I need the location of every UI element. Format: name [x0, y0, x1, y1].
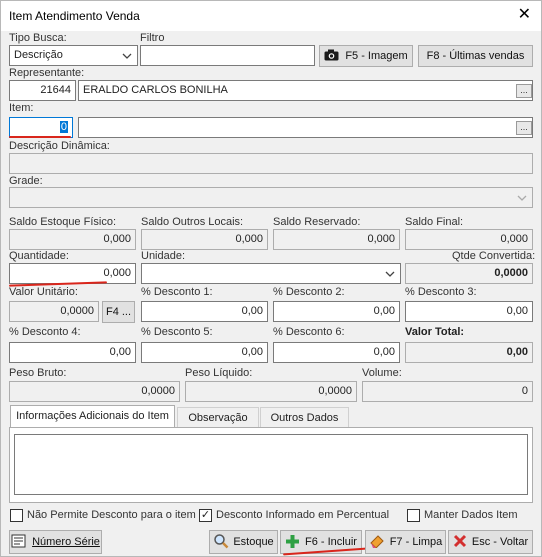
- keep-data-checkbox[interactable]: [407, 509, 420, 522]
- close-icon[interactable]: ✕: [518, 6, 531, 24]
- discount-percent-checkbox[interactable]: ✓: [199, 509, 212, 522]
- clear-button[interactable]: F7 - Limpa: [365, 530, 446, 554]
- quantity-label: Quantidade:: [9, 250, 69, 262]
- converted-quantity-label: Qtde Convertida:: [452, 250, 536, 262]
- stock-physical-field: 0,000: [9, 229, 136, 250]
- stock-reserved-field: 0,000: [273, 229, 400, 250]
- camera-icon: [324, 49, 339, 61]
- representative-lookup-button[interactable]: ...: [516, 84, 532, 98]
- discount-2-input[interactable]: 0,00: [273, 301, 400, 322]
- chevron-down-icon: [122, 53, 132, 59]
- gross-weight-field: 0,0000: [9, 381, 180, 402]
- dynamic-description-label: Descrição Dinâmica:: [9, 140, 110, 152]
- item-code-input[interactable]: 0: [9, 117, 73, 138]
- back-button[interactable]: Esc - Voltar: [448, 530, 533, 554]
- volume-field: 0: [362, 381, 533, 402]
- representative-code-input[interactable]: 21644: [9, 80, 76, 101]
- discount-2-label: % Desconto 2:: [273, 286, 345, 298]
- no-discount-label: Não Permite Desconto para o item: [27, 509, 196, 521]
- dynamic-description-field: [9, 153, 533, 174]
- net-weight-label: Peso Líquido:: [185, 367, 253, 379]
- grid-select: [9, 187, 533, 208]
- search-type-select[interactable]: Descrição: [9, 45, 138, 66]
- image-button-label: F5 - Imagem: [345, 50, 408, 62]
- discount-5-label: % Desconto 5:: [141, 326, 213, 338]
- no-discount-checkbox[interactable]: [10, 509, 23, 522]
- item-code-value: 0: [59, 121, 68, 133]
- clear-button-label: F7 - Limpa: [389, 536, 443, 548]
- chevron-down-icon: [385, 271, 395, 277]
- item-label: Item:: [9, 102, 34, 114]
- x-icon: [453, 535, 466, 548]
- item-lookup-button[interactable]: ...: [516, 121, 532, 135]
- discount-4-label: % Desconto 4:: [9, 326, 81, 338]
- stock-other-label: Saldo Outros Locais:: [141, 216, 244, 228]
- discount-percent-label: Desconto Informado em Percentual: [216, 509, 390, 521]
- stock-reserved-label: Saldo Reservado:: [273, 216, 361, 228]
- stock-button[interactable]: Estoque: [209, 530, 278, 554]
- serial-number-button[interactable]: Número Série: [9, 530, 102, 554]
- image-button[interactable]: F5 - Imagem: [319, 45, 413, 67]
- stock-button-label: Estoque: [233, 536, 274, 548]
- stock-physical-label: Saldo Estoque Físico:: [9, 216, 117, 228]
- total-value-field: 0,00: [405, 342, 533, 363]
- discount-6-label: % Desconto 6:: [273, 326, 345, 338]
- unit-price-label: Valor Unitário:: [9, 286, 78, 298]
- back-button-label: Esc - Voltar: [471, 536, 529, 548]
- tab-panel: [9, 427, 533, 503]
- stock-final-field: 0,000: [405, 229, 533, 250]
- filter-label: Filtro: [140, 32, 165, 44]
- total-value-label: Valor Total:: [405, 326, 465, 338]
- unit-price-field: 0,0000: [9, 301, 99, 322]
- filter-input[interactable]: [140, 45, 315, 66]
- converted-quantity-field: 0,0000: [405, 263, 533, 284]
- stock-final-label: Saldo Final:: [405, 216, 464, 228]
- discount-1-label: % Desconto 1:: [141, 286, 213, 298]
- item-highlight-underline: [9, 136, 71, 138]
- gross-weight-label: Peso Bruto:: [9, 367, 67, 379]
- tab-other-data[interactable]: Outros Dados: [260, 407, 349, 428]
- item-description-input[interactable]: [78, 117, 533, 138]
- plus-icon: [286, 534, 300, 548]
- discount-6-input[interactable]: 0,00: [273, 342, 400, 363]
- unit-select[interactable]: [141, 263, 401, 284]
- quantity-input[interactable]: 0,000: [9, 263, 136, 284]
- title-bar: Item Atendimento Venda ✕: [1, 1, 541, 31]
- tab-observation[interactable]: Observação: [177, 407, 259, 428]
- chevron-down-icon: [517, 195, 527, 201]
- representative-name-input[interactable]: ERALDO CARLOS BONILHA: [78, 80, 533, 101]
- volume-label: Volume:: [362, 367, 402, 379]
- magnifier-icon: [214, 534, 229, 549]
- keep-data-label: Manter Dados Item: [424, 509, 518, 521]
- discount-4-input[interactable]: 0,00: [9, 342, 136, 363]
- representative-name: ERALDO CARLOS BONILHA: [83, 84, 228, 96]
- last-sales-button[interactable]: F8 - Últimas vendas: [418, 45, 533, 67]
- discount-3-input[interactable]: 0,00: [405, 301, 533, 322]
- discount-1-input[interactable]: 0,00: [141, 301, 268, 322]
- discount-3-label: % Desconto 3:: [405, 286, 477, 298]
- search-type-value: Descrição: [14, 49, 63, 61]
- grid-label: Grade:: [9, 175, 43, 187]
- additional-info-textarea[interactable]: [14, 434, 528, 495]
- stock-other-field: 0,000: [141, 229, 268, 250]
- search-type-label: Tipo Busca:: [9, 32, 67, 44]
- item-atendimento-window: Item Atendimento Venda ✕ Tipo Busca: Des…: [0, 0, 542, 557]
- representative-label: Representante:: [9, 67, 85, 79]
- serial-number-label: Número Série: [32, 536, 100, 548]
- unit-label: Unidade:: [141, 250, 186, 262]
- document-icon: [11, 534, 26, 548]
- window-title: Item Atendimento Venda: [9, 9, 140, 23]
- f4-price-button[interactable]: F4 ...: [102, 301, 135, 323]
- discount-5-input[interactable]: 0,00: [141, 342, 268, 363]
- tab-additional-info[interactable]: Informações Adicionais do Item: [10, 405, 175, 428]
- net-weight-field: 0,0000: [185, 381, 357, 402]
- include-button-label: F6 - Incluir: [305, 536, 357, 548]
- eraser-icon: [369, 535, 384, 549]
